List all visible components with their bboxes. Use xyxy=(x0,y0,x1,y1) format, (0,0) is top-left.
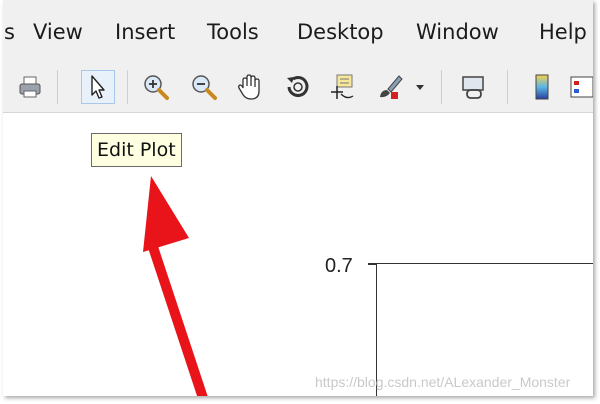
zoom-out-icon xyxy=(189,72,219,102)
toolbar-separator xyxy=(441,70,442,104)
menu-edge-fragment: s xyxy=(4,20,15,44)
colorbar-button[interactable] xyxy=(525,70,559,104)
toolbar-separator xyxy=(127,70,128,104)
menu-window[interactable]: Window xyxy=(416,20,499,44)
rotate-3d-button[interactable] xyxy=(281,70,315,104)
menu-bar: s View Insert Tools Desktop Window Help xyxy=(3,0,593,62)
colorbar-icon xyxy=(532,72,552,102)
menu-tools[interactable]: Tools xyxy=(207,20,259,44)
legend-icon xyxy=(567,72,593,102)
menu-insert[interactable]: Insert xyxy=(115,20,175,44)
link-plot-button[interactable] xyxy=(457,70,491,104)
pan-hand-icon xyxy=(235,72,265,102)
red-annotation-arrow xyxy=(143,176,208,396)
brush-dropdown-button[interactable] xyxy=(413,70,427,104)
watermark-text: https://blog.csdn.net/ALexander_Monster xyxy=(315,374,571,390)
zoom-in-button[interactable] xyxy=(139,70,173,104)
rotate-3d-icon xyxy=(283,72,313,102)
brush-icon xyxy=(375,72,405,102)
dropdown-arrow-icon xyxy=(415,82,425,92)
edit-plot-button[interactable] xyxy=(81,70,115,104)
print-button[interactable] xyxy=(13,70,47,104)
menu-desktop[interactable]: Desktop xyxy=(297,20,384,44)
figure-window: s View Insert Tools Desktop Window Help xyxy=(3,0,593,396)
toolbar-separator xyxy=(57,70,58,104)
data-cursor-icon xyxy=(327,72,357,102)
menu-view[interactable]: View xyxy=(33,20,83,44)
legend-button[interactable] xyxy=(565,70,593,104)
zoom-out-button[interactable] xyxy=(187,70,221,104)
y-tick-label: 0.7 xyxy=(325,255,353,277)
zoom-in-icon xyxy=(141,72,171,102)
edit-plot-tooltip: Edit Plot xyxy=(91,133,182,167)
print-icon xyxy=(16,73,44,101)
brush-button[interactable] xyxy=(373,70,407,104)
link-plot-icon xyxy=(459,72,489,102)
pan-button[interactable] xyxy=(233,70,267,104)
edit-plot-arrow-icon xyxy=(86,73,110,101)
figure-toolbar xyxy=(3,62,593,113)
y-tick-mark xyxy=(368,263,376,265)
toolbar-separator xyxy=(507,70,508,104)
data-cursor-button[interactable] xyxy=(325,70,359,104)
menu-help[interactable]: Help xyxy=(539,20,587,44)
